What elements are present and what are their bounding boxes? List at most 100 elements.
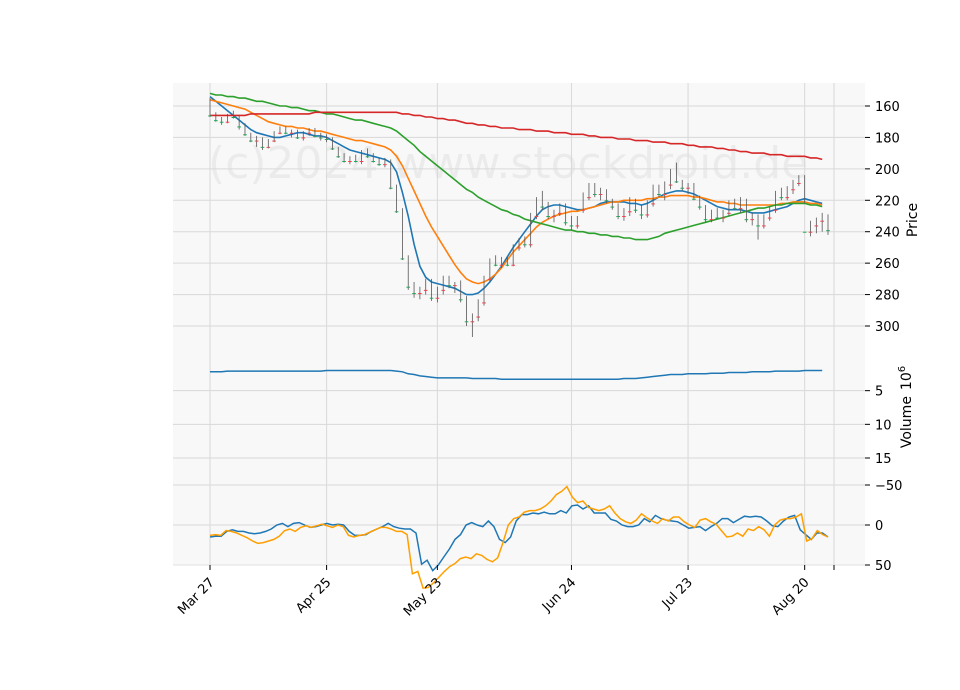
x-tick-label: Apr 25 <box>293 575 334 616</box>
candle-body <box>511 264 515 266</box>
candle-body <box>464 321 469 323</box>
candle-body <box>324 139 329 140</box>
candle-body <box>523 244 527 246</box>
candle-body <box>715 217 720 219</box>
candle-body <box>727 212 731 214</box>
candle-body <box>662 194 667 195</box>
candle-body <box>482 302 486 304</box>
candle-body <box>383 164 387 166</box>
candle-body <box>546 216 550 217</box>
candle-body <box>534 216 539 217</box>
candle-body <box>791 189 795 191</box>
oscillator-tick-label: 50 <box>875 559 892 574</box>
candle-body <box>575 225 580 227</box>
candle-body <box>797 183 801 184</box>
x-tick-label: Jun 24 <box>539 575 579 615</box>
candle-body <box>394 211 399 213</box>
candle-body <box>651 203 655 205</box>
candle-body <box>581 209 585 211</box>
candle-body <box>418 293 422 294</box>
volume-axis-exponent-power: 6 <box>897 366 908 372</box>
price-tick-label: 300 <box>875 320 900 335</box>
price-tick-label: 200 <box>875 163 900 178</box>
candle-body <box>214 120 218 122</box>
candle-body <box>353 161 358 162</box>
x-tick-label: May 23 <box>401 575 445 619</box>
candle-body <box>563 222 568 224</box>
candle-body <box>598 194 603 195</box>
candle-body <box>657 194 661 195</box>
candle-body <box>686 187 690 189</box>
candle-body <box>639 214 644 216</box>
candle-body <box>266 146 271 148</box>
volume-axis-title-text: Volume <box>899 396 915 448</box>
candle-body <box>668 184 673 186</box>
candle-body <box>412 293 416 294</box>
candle-body <box>283 132 288 134</box>
candle-body <box>499 264 504 266</box>
candle-body <box>388 187 393 189</box>
candle-body <box>697 206 702 208</box>
candle-body <box>441 289 446 291</box>
candle-body <box>826 230 830 232</box>
candle-body <box>773 209 778 211</box>
candle-body <box>423 289 428 291</box>
candle-body <box>400 258 405 260</box>
candle-body <box>627 211 632 213</box>
price-axis-title: Price <box>905 203 921 237</box>
candle-body <box>470 321 475 323</box>
candle-body <box>552 216 556 217</box>
candle-body <box>767 217 772 219</box>
candle-body <box>505 264 510 266</box>
candle-body <box>429 297 434 299</box>
candle-body <box>604 200 609 202</box>
candle-body <box>406 286 411 288</box>
candle-body <box>348 161 352 162</box>
candle-body <box>703 219 708 221</box>
candle-body <box>330 148 335 150</box>
oscillator-panel-background <box>173 458 865 565</box>
watermark: (c)2024 www.stockdroid.de <box>208 138 808 189</box>
candle-body <box>488 278 492 280</box>
candle-body <box>231 117 236 118</box>
candle-body <box>377 164 381 166</box>
candle-body <box>249 140 253 142</box>
candle-body <box>592 194 597 195</box>
candle-body <box>762 225 766 227</box>
volume-tick-label: 5 <box>875 385 883 400</box>
candle-body <box>569 225 574 227</box>
candle-body <box>540 206 545 208</box>
candle-body <box>453 285 457 287</box>
candle-body <box>808 231 813 233</box>
candle-body <box>447 285 451 287</box>
candle-body <box>435 297 440 299</box>
price-tick-label: 220 <box>875 194 900 209</box>
candle-body <box>732 208 737 210</box>
candle-body <box>225 121 230 123</box>
price-tick-label: 280 <box>875 289 900 304</box>
candle-body <box>680 187 685 189</box>
candle-body <box>674 181 679 183</box>
candle-body <box>517 247 521 249</box>
candle-body <box>633 209 638 211</box>
candle-body <box>458 299 463 301</box>
candle-body <box>738 208 743 210</box>
candle-body <box>219 121 224 123</box>
candle-body <box>802 231 807 233</box>
candle-body <box>254 140 259 142</box>
candle-body <box>289 132 294 134</box>
candle-body <box>785 197 789 199</box>
candle-body <box>721 217 725 219</box>
candle-body <box>744 219 749 221</box>
x-tick-label: Aug 20 <box>769 575 812 618</box>
oscillator-tick-label: −50 <box>875 479 902 494</box>
candle-body <box>318 137 323 139</box>
candle-body <box>295 137 300 139</box>
candle-body <box>301 137 306 139</box>
volume-tick-label: 10 <box>875 418 892 433</box>
x-tick-label: Mar 27 <box>175 575 218 618</box>
candle-body <box>342 161 346 162</box>
volume-axis-title: Volume 106 <box>897 366 915 448</box>
candle-body <box>260 146 265 148</box>
candle-body <box>616 216 620 217</box>
